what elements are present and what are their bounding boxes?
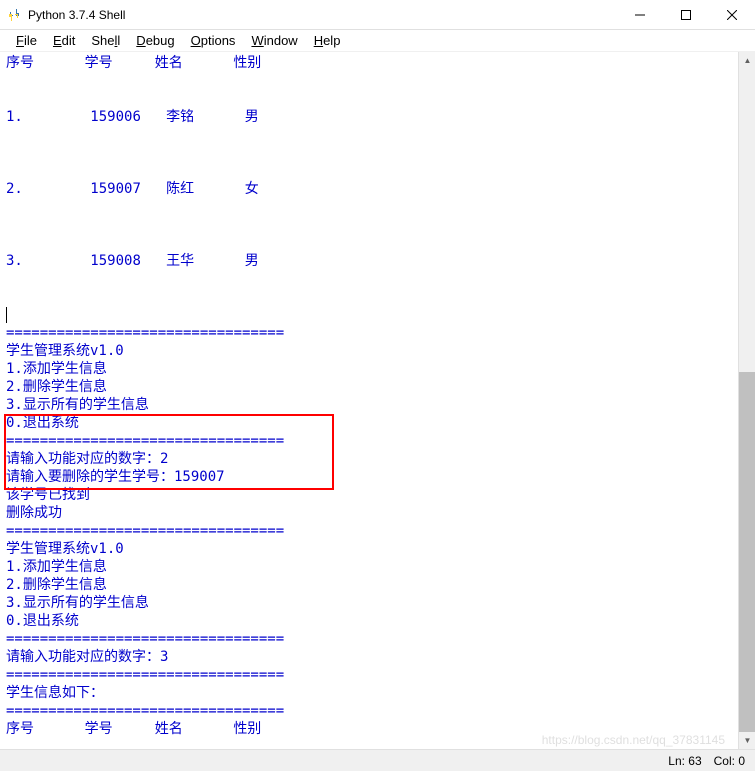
prompt-line: 删除成功 xyxy=(6,505,62,521)
prompt-line: 请输入功能对应的数字：3 xyxy=(6,649,168,665)
menu-title: 学生管理系统v1.0 xyxy=(6,541,124,557)
maximize-button[interactable] xyxy=(663,0,709,29)
scrollbar-vertical[interactable]: ▲ ▼ xyxy=(738,52,755,749)
prompt-line: 请输入要删除的学生学号：159007 xyxy=(6,469,225,485)
menu-debug[interactable]: Debug xyxy=(128,31,182,50)
menu-opt0: 0.退出系统 xyxy=(6,613,79,629)
info-header: 学生信息如下： xyxy=(6,685,104,701)
prompt-line: 请输入功能对应的数字：2 xyxy=(6,451,168,467)
table-row: 1. 159006 李铭 男 xyxy=(6,109,259,125)
menu-opt3: 3.显示所有的学生信息 xyxy=(6,595,149,611)
menu-shell[interactable]: Shell xyxy=(83,31,128,50)
table-header: 序号 学号 姓名 性别 xyxy=(6,721,261,737)
prompt-line: 该学号已找到 xyxy=(6,487,90,503)
menu-opt0: 0.退出系统 xyxy=(6,415,79,431)
minimize-button[interactable] xyxy=(617,0,663,29)
window-controls xyxy=(617,0,755,29)
menu-help[interactable]: Help xyxy=(306,31,349,50)
shell-output[interactable]: 序号 学号 姓名 性别 1. 159006 李铭 男 2. 159007 陈红 … xyxy=(0,52,755,749)
scrollbar-thumb[interactable] xyxy=(739,372,755,732)
window-title: Python 3.7.4 Shell xyxy=(28,8,617,22)
menu-opt2: 2.删除学生信息 xyxy=(6,577,107,593)
divider: ================================= xyxy=(6,433,284,449)
divider: ================================= xyxy=(6,667,284,683)
divider: ================================= xyxy=(6,631,284,647)
divider: ================================= xyxy=(6,325,284,341)
content-wrapper: 序号 学号 姓名 性别 1. 159006 李铭 男 2. 159007 陈红 … xyxy=(0,52,755,749)
table-header: 序号 学号 姓名 性别 xyxy=(6,55,261,71)
menu-window[interactable]: Window xyxy=(243,31,305,50)
menu-file[interactable]: File xyxy=(8,31,45,50)
status-line: Ln: 63 xyxy=(662,754,707,768)
close-button[interactable] xyxy=(709,0,755,29)
text-cursor xyxy=(6,307,7,323)
menu-edit[interactable]: Edit xyxy=(45,31,83,50)
menubar: File Edit Shell Debug Options Window Hel… xyxy=(0,30,755,52)
menu-title: 学生管理系统v1.0 xyxy=(6,343,124,359)
divider: ================================= xyxy=(6,703,284,719)
menu-opt1: 1.添加学生信息 xyxy=(6,361,107,377)
menu-opt2: 2.删除学生信息 xyxy=(6,379,107,395)
divider: ================================= xyxy=(6,523,284,539)
scroll-up-button[interactable]: ▲ xyxy=(739,52,755,69)
table-row: 3. 159008 王华 男 xyxy=(6,253,259,269)
status-col: Col: 0 xyxy=(708,754,751,768)
statusbar: Ln: 63 Col: 0 xyxy=(0,749,755,771)
titlebar: Python 3.7.4 Shell xyxy=(0,0,755,30)
table-row: 2. 159007 陈红 女 xyxy=(6,181,259,197)
menu-opt1: 1.添加学生信息 xyxy=(6,559,107,575)
menu-options[interactable]: Options xyxy=(183,31,244,50)
scroll-down-button[interactable]: ▼ xyxy=(739,732,755,749)
menu-opt3: 3.显示所有的学生信息 xyxy=(6,397,149,413)
python-icon xyxy=(6,7,22,23)
